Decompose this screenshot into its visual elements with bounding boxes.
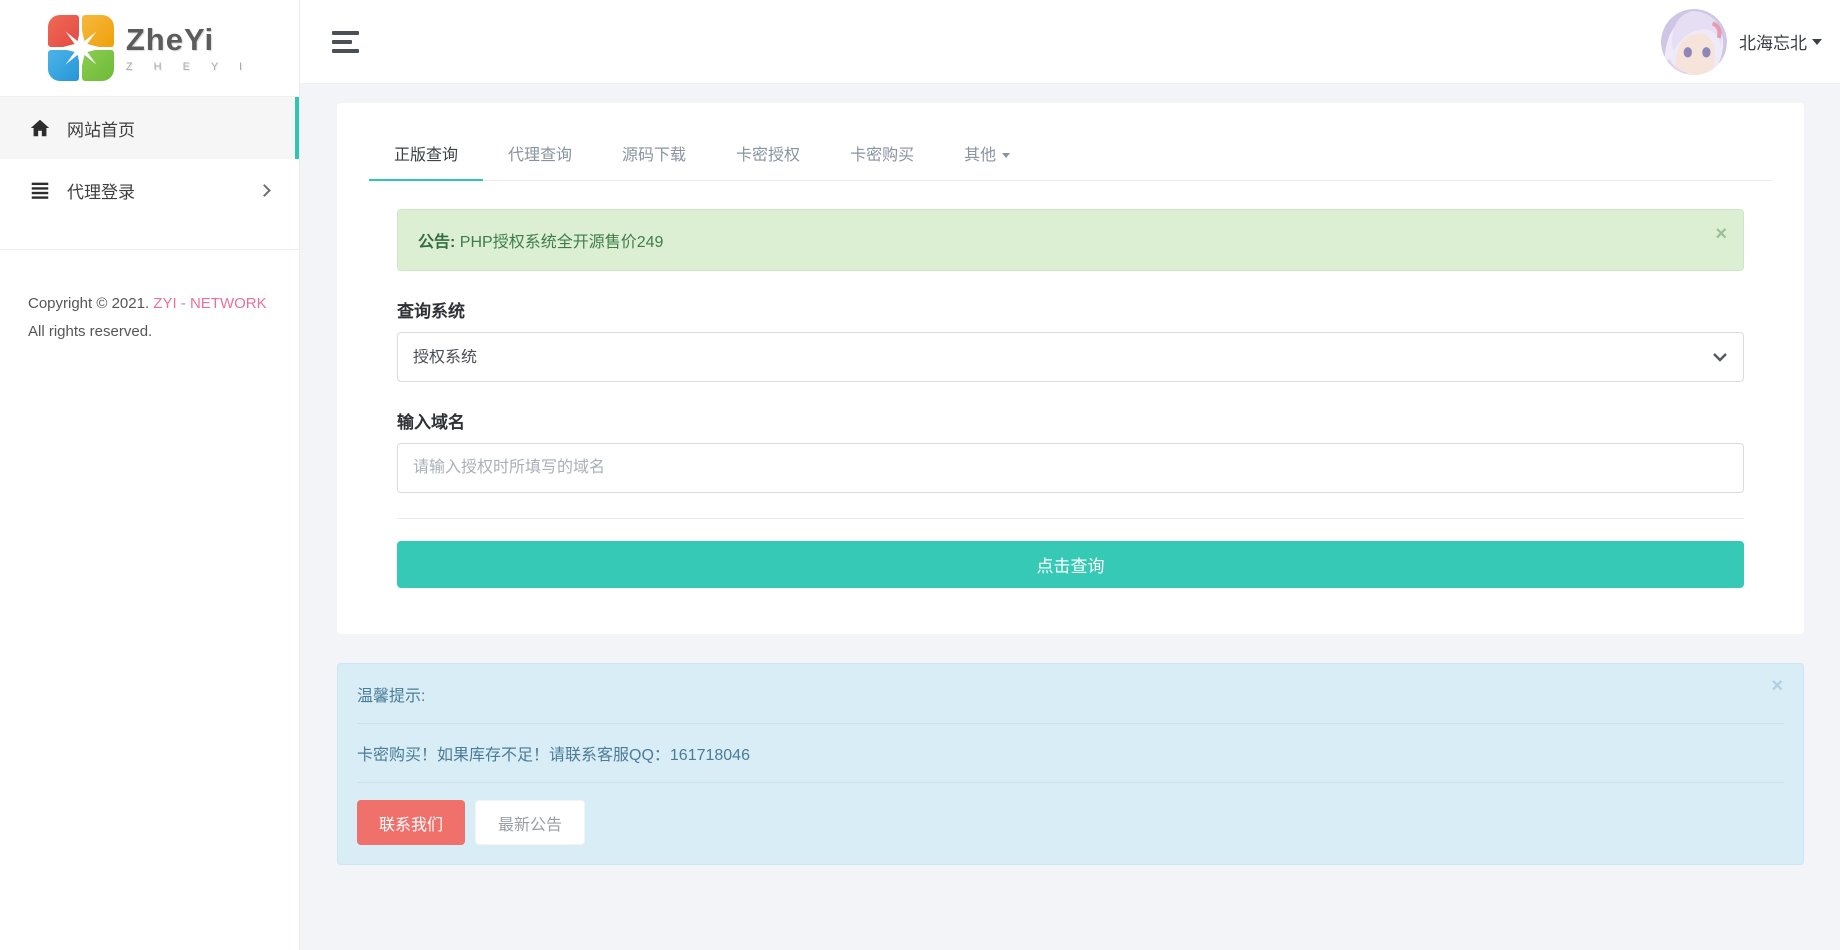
caret-down-icon [1002,153,1010,158]
brand-logo-icon [48,15,114,81]
tips-body: 卡密购买！如果库存不足！请联系客服QQ：161718046 [357,741,1784,765]
query-card: 正版查询 代理查询 源码下载 卡密授权 卡密购买 其他 公告: PHP授权系统全… [337,103,1804,634]
sidebar-item-agent-login[interactable]: 代理登录 [0,159,299,221]
contact-us-button[interactable]: 联系我们 [357,800,465,845]
brand-subtitle: Z H E Y I [126,61,251,73]
user-name: 北海忘北 [1739,29,1807,54]
caret-down-icon [1812,39,1822,45]
copyright-link[interactable]: ZYI - NETWORK [153,295,266,312]
brand-text: ZheYi Z H E Y I [126,24,251,73]
tips-divider [357,723,1784,724]
tips-divider [357,782,1784,783]
sidebar: ZheYi Z H E Y I 网站首页 代理登录 Copyright © 20… [0,0,300,950]
domain-input-label: 输入域名 [397,408,1744,433]
tab-genuine-query[interactable]: 正版查询 [369,129,483,180]
tab-bar: 正版查询 代理查询 源码下载 卡密授权 卡密购买 其他 [369,129,1772,181]
sidebar-item-label: 网站首页 [67,116,271,141]
tab-card-authorize[interactable]: 卡密授权 [711,129,825,180]
brand-name: ZheYi [126,24,251,55]
announcement-alert: 公告: PHP授权系统全开源售价249 × [397,209,1744,271]
tab-other-label: 其他 [964,147,996,164]
starburst-icon [58,25,104,71]
sidebar-item-label: 代理登录 [67,178,260,203]
home-icon [29,117,51,139]
system-select-wrap: 授权系统 [397,332,1744,382]
tab-source-download[interactable]: 源码下载 [597,129,711,180]
page-content: 正版查询 代理查询 源码下载 卡密授权 卡密购买 其他 公告: PHP授权系统全… [300,84,1840,950]
tips-card: × 温馨提示: 卡密购买！如果库存不足！请联系客服QQ：161718046 联系… [337,663,1804,865]
tips-title: 温馨提示: [357,682,1784,706]
close-icon[interactable]: × [1715,224,1727,244]
query-submit-button[interactable]: 点击查询 [397,541,1744,588]
avatar-image [1661,9,1727,75]
copyright: Copyright © 2021. ZYI - NETWORK All righ… [0,290,299,346]
copyright-prefix: Copyright © 2021. [28,295,153,312]
tab-card-purchase[interactable]: 卡密购买 [825,129,939,180]
sidebar-toggle-icon[interactable] [332,31,359,53]
sidebar-item-home[interactable]: 网站首页 [0,97,299,159]
top-bar: 北海忘北 [300,0,1840,84]
list-icon [29,179,51,201]
chevron-right-icon [258,184,271,197]
avatar[interactable] [1661,9,1727,75]
close-icon[interactable]: × [1771,676,1783,696]
sidebar-menu: 网站首页 代理登录 [0,97,299,250]
tab-agent-query[interactable]: 代理查询 [483,129,597,180]
form-divider [397,518,1744,519]
tab-other-dropdown[interactable]: 其他 [939,129,1035,180]
domain-input[interactable] [397,443,1744,493]
announcement-label: 公告: [418,234,455,251]
main-area: 北海忘北 正版查询 代理查询 源码下载 卡密授权 卡密购买 其他 公告: PHP… [300,0,1840,950]
tips-buttons: 联系我们 最新公告 [357,800,1784,845]
copyright-suffix: All rights reserved. [28,323,152,340]
user-menu[interactable]: 北海忘北 [1661,9,1822,75]
system-select-label: 查询系统 [397,297,1744,322]
brand-logo[interactable]: ZheYi Z H E Y I [0,0,299,97]
latest-announcement-button[interactable]: 最新公告 [475,800,585,845]
tab-pane-genuine-query: 公告: PHP授权系统全开源售价249 × 查询系统 授权系统 输入域名 点击查… [369,181,1772,588]
system-select[interactable]: 授权系统 [397,332,1744,382]
announcement-text: PHP授权系统全开源售价249 [455,234,663,251]
